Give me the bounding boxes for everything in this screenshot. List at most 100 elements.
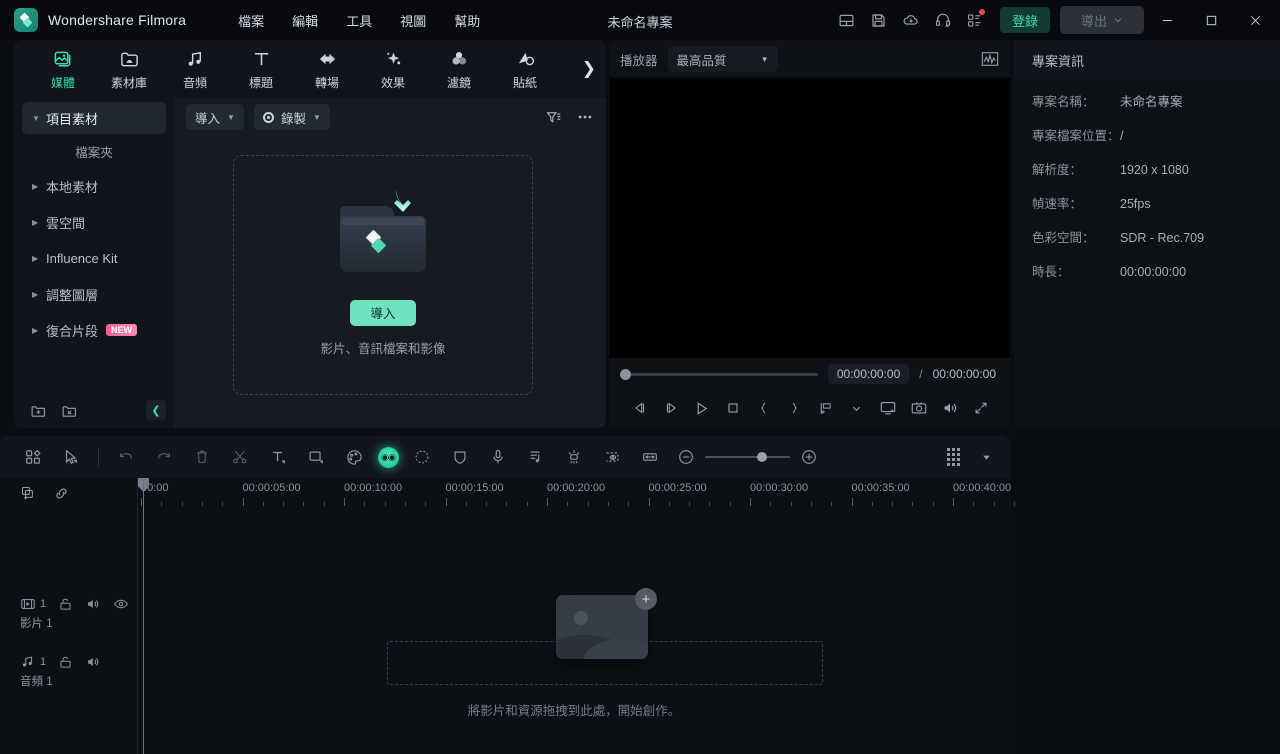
tab-stock-library[interactable]: 素材庫: [96, 48, 162, 91]
ruler-tick-minor: [385, 502, 386, 506]
voiceover-icon[interactable]: [479, 442, 517, 472]
quality-select[interactable]: 最高品質 ▼: [668, 46, 778, 72]
filter-sort-icon[interactable]: [545, 109, 562, 126]
fullscreen-icon[interactable]: [965, 393, 996, 423]
menu-item-view[interactable]: 視圖: [386, 5, 440, 36]
lock-icon[interactable]: [58, 655, 73, 670]
menu-item-tools[interactable]: 工具: [332, 5, 386, 36]
ai-copilot-icon[interactable]: ◉◉: [373, 442, 403, 472]
sidebar-subitem-folder[interactable]: 檔案夾: [22, 138, 166, 164]
mute-icon[interactable]: [85, 596, 101, 612]
view-dropdown-icon[interactable]: [976, 442, 996, 472]
mark-out-icon[interactable]: [779, 393, 810, 423]
zoom-slider[interactable]: [705, 456, 790, 458]
snapshot-icon[interactable]: [903, 393, 934, 423]
eye-icon[interactable]: [113, 596, 129, 612]
import-dropdown-button[interactable]: 導入 ▼: [186, 104, 244, 130]
timeline-ruler[interactable]: 00:0000:00:05:0000:00:10:0000:00:15:0000…: [138, 478, 1010, 512]
zoom-in-icon[interactable]: [800, 448, 818, 466]
audio-detach-icon[interactable]: [517, 442, 555, 472]
tab-media[interactable]: 媒體: [30, 48, 96, 91]
ruler-tick-minor: [872, 502, 873, 506]
zoom-slider-handle[interactable]: [757, 452, 767, 462]
sidebar-item-local-media[interactable]: ▶ 本地素材: [22, 170, 166, 202]
export-button[interactable]: 導出: [1060, 6, 1144, 34]
volume-icon[interactable]: [934, 393, 965, 423]
mark-in-icon[interactable]: [748, 393, 779, 423]
sidebar-item-project-media[interactable]: ▼ 項目素材: [22, 102, 166, 134]
sidebar-item-influence-kit[interactable]: ▶ Influence Kit: [22, 242, 166, 274]
cloud-upload-icon[interactable]: [896, 5, 926, 35]
tab-title[interactable]: 標題: [228, 48, 294, 91]
add-track-icon[interactable]: [20, 485, 37, 502]
stop-icon[interactable]: [717, 393, 748, 423]
tab-effects[interactable]: 效果: [360, 48, 426, 91]
tab-filter[interactable]: 濾鏡: [426, 48, 492, 91]
player-preview[interactable]: [610, 78, 1010, 358]
record-dropdown-button[interactable]: 錄製 ▼: [254, 104, 330, 130]
play-icon[interactable]: [686, 393, 717, 423]
new-folder-icon[interactable]: [30, 403, 47, 420]
close-button[interactable]: [1234, 0, 1276, 40]
motion-tracking-icon[interactable]: [403, 442, 441, 472]
track-view-icon[interactable]: [934, 442, 972, 472]
sidebar-item-cloud[interactable]: ▶ 雲空間: [22, 206, 166, 238]
prev-frame-icon[interactable]: [624, 393, 655, 423]
collapse-panel-icon[interactable]: ❮: [146, 400, 166, 420]
ruler-tick-minor: [628, 502, 629, 506]
waveform-scope-icon[interactable]: [980, 50, 1000, 68]
mute-icon[interactable]: [85, 654, 101, 670]
more-options-icon[interactable]: [576, 108, 594, 126]
headset-icon[interactable]: [928, 5, 958, 35]
sidebar-item-label: 調整圖層: [46, 285, 98, 304]
redo-icon[interactable]: [145, 442, 183, 472]
undo-icon[interactable]: [107, 442, 145, 472]
login-button[interactable]: 登錄: [1000, 7, 1050, 33]
crop-icon[interactable]: [297, 442, 335, 472]
save-icon[interactable]: [864, 5, 894, 35]
sidebar-subitem-label: 檔案夾: [75, 142, 113, 161]
seek-slider[interactable]: [624, 373, 818, 376]
timeline-dropzone[interactable]: + 將影片和資源拖拽到此處，開始創作。: [138, 583, 1010, 713]
menu-item-file[interactable]: 檔案: [224, 5, 278, 36]
track-header-audio: 1 音頻 1: [0, 654, 138, 689]
tab-more-button[interactable]: ❯: [582, 59, 596, 79]
delete-icon[interactable]: [183, 442, 221, 472]
menu-item-edit[interactable]: 編輯: [278, 5, 332, 36]
zoom-out-icon[interactable]: [677, 448, 695, 466]
color-icon[interactable]: [335, 442, 373, 472]
next-frame-icon[interactable]: [655, 393, 686, 423]
select-tool-icon[interactable]: [52, 442, 90, 472]
current-timecode[interactable]: 00:00:00:00: [828, 364, 909, 384]
seek-handle[interactable]: [620, 369, 631, 380]
delete-folder-icon[interactable]: [61, 403, 78, 420]
display-settings-icon[interactable]: [872, 393, 903, 423]
menu-item-help[interactable]: 幫助: [440, 5, 494, 36]
lock-icon[interactable]: [58, 597, 73, 612]
auto-beat-icon[interactable]: [555, 442, 593, 472]
text-icon[interactable]: [259, 442, 297, 472]
split-icon[interactable]: [221, 442, 259, 472]
sidebar-item-compound-clip[interactable]: ▶ 復合片段 NEW: [22, 314, 166, 346]
green-screen-icon[interactable]: [593, 442, 631, 472]
minimize-button[interactable]: [1146, 0, 1188, 40]
maximize-button[interactable]: [1190, 0, 1232, 40]
add-media-plus-icon[interactable]: +: [635, 588, 657, 610]
sidebar-item-adjustment-layer[interactable]: ▶ 調整圖層: [22, 278, 166, 310]
record-icon: [263, 112, 274, 123]
link-icon[interactable]: [53, 485, 70, 502]
mask-icon[interactable]: [441, 442, 479, 472]
fit-timeline-icon[interactable]: [631, 442, 669, 472]
tab-sticker[interactable]: 貼紙: [492, 48, 558, 91]
ruler-tick-major: [750, 498, 751, 506]
apps-grid-icon[interactable]: [960, 5, 990, 35]
add-marker-icon[interactable]: [810, 393, 841, 423]
marker-dropdown-icon[interactable]: [841, 393, 872, 423]
ruler-tick-minor: [811, 502, 812, 506]
tab-audio[interactable]: 音頻: [162, 48, 228, 91]
layout-icon[interactable]: [832, 5, 862, 35]
import-button[interactable]: 導入: [350, 300, 416, 326]
media-dropzone[interactable]: 導入 影片、音訊檔案和影像: [233, 155, 533, 395]
tab-transition[interactable]: 轉場: [294, 48, 360, 91]
template-icon[interactable]: [14, 442, 52, 472]
